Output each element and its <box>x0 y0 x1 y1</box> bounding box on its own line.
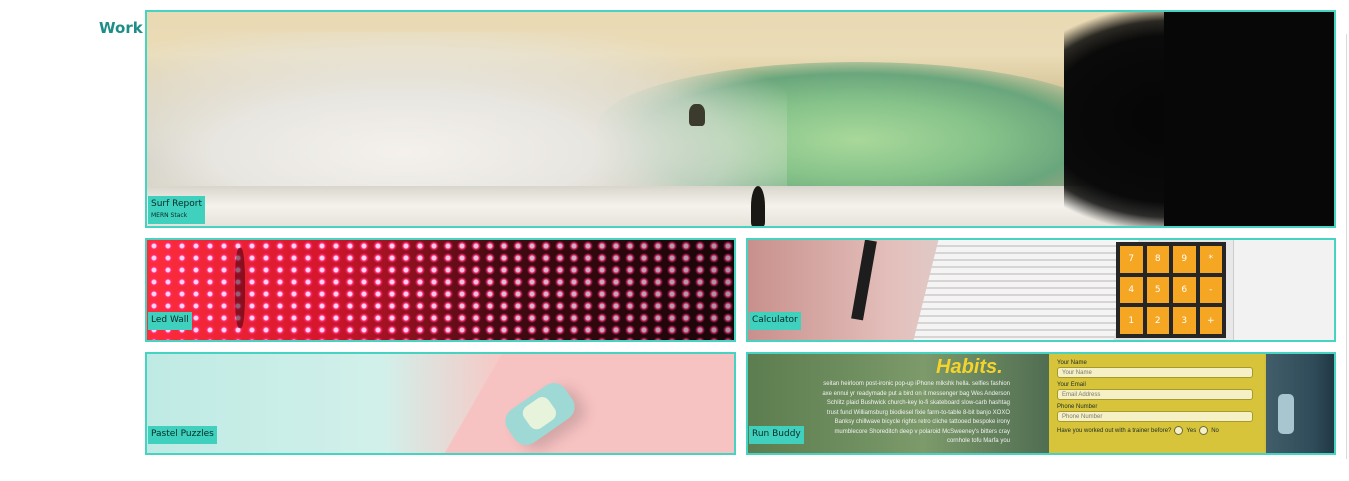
run-buddy-image: Habits. seitan heirloom post-ironic pop-… <box>748 354 1334 453</box>
pastel-puzzles-image <box>147 354 734 453</box>
form-label: Phone Number <box>1057 404 1098 410</box>
calc-key: 6 <box>1173 276 1196 304</box>
run-buddy-form: Your Name Your Name Your Email Email Add… <box>1049 354 1261 453</box>
calculator-keypad: 7 8 9 * 4 5 6 - 1 2 3 + <box>1116 242 1226 338</box>
calc-key: - <box>1199 276 1222 304</box>
form-label: Your Email <box>1057 382 1086 388</box>
radio-icon <box>1199 426 1209 435</box>
surf-report-image <box>147 12 1334 226</box>
radio-icon <box>1174 426 1184 435</box>
question-text: Have you worked out with a trainer befor… <box>1057 427 1172 434</box>
project-card-pastel-puzzles[interactable]: Pastel Puzzles <box>145 352 736 455</box>
form-label: Your Name <box>1057 360 1087 366</box>
run-buddy-body-text: seitan heirloom post-ironic pop-up iPhon… <box>822 381 1010 444</box>
calculator-image: 7 8 9 * 4 5 6 - 1 2 3 + <box>748 240 1334 340</box>
project-label[interactable]: Calculator <box>749 312 801 330</box>
divider-line <box>1346 34 1347 459</box>
project-label[interactable]: Led Wall <box>148 312 192 330</box>
email-field: Email Address <box>1057 389 1253 400</box>
project-card-surf-report[interactable]: Surf Report MERN Stack <box>145 10 1336 228</box>
name-field: Your Name <box>1057 367 1253 378</box>
project-label[interactable]: Pastel Puzzles <box>148 426 217 444</box>
calc-key: 1 <box>1120 307 1143 334</box>
surfer-figure <box>689 104 705 126</box>
led-wall-image <box>147 240 734 340</box>
person-silhouette <box>751 186 765 226</box>
project-name: Run Buddy <box>752 429 801 439</box>
project-label[interactable]: Run Buddy <box>749 426 804 444</box>
project-name: Pastel Puzzles <box>151 429 214 439</box>
calc-key: 2 <box>1146 307 1169 334</box>
trainer-question: Have you worked out with a trainer befor… <box>1057 426 1253 435</box>
calc-key: 5 <box>1146 276 1169 304</box>
calc-key: 8 <box>1146 246 1169 273</box>
phone-field: Phone Number <box>1057 411 1253 422</box>
project-label[interactable]: Surf Report MERN Stack <box>148 196 205 224</box>
calc-key: 4 <box>1120 276 1143 304</box>
project-name: Led Wall <box>151 315 189 325</box>
radio-yes-label: Yes <box>1186 427 1197 434</box>
calc-key: 7 <box>1120 246 1143 273</box>
calc-key: * <box>1199 246 1222 273</box>
project-card-run-buddy[interactable]: Habits. seitan heirloom post-ironic pop-… <box>746 352 1336 455</box>
project-subtitle: MERN Stack <box>151 212 188 219</box>
calc-key: 9 <box>1173 246 1196 273</box>
project-card-led-wall[interactable]: Led Wall <box>145 238 736 342</box>
run-buddy-headline: Habits. <box>936 356 1003 378</box>
project-name: Calculator <box>752 315 798 325</box>
section-title: Work <box>99 19 143 37</box>
radio-no-label: No <box>1211 427 1219 434</box>
project-card-calculator[interactable]: 7 8 9 * 4 5 6 - 1 2 3 + Calculator <box>746 238 1336 342</box>
calc-key: + <box>1199 307 1222 334</box>
calc-key: 3 <box>1173 307 1196 334</box>
project-name: Surf Report <box>151 199 202 209</box>
